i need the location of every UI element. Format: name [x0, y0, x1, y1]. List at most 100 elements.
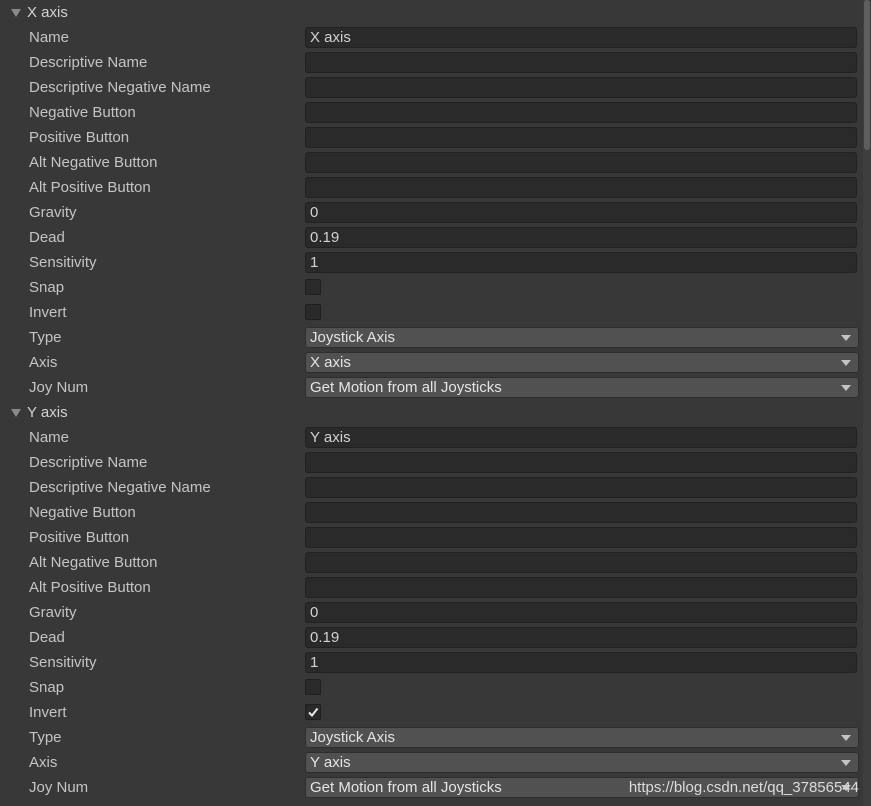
property-row-alt-positive-button: Alt Positive Button	[0, 575, 871, 600]
property-row-negative-button: Negative Button	[0, 500, 871, 525]
gravity-label: Gravity	[29, 204, 77, 221]
property-row-descriptive-negative-name: Descriptive Negative Name	[0, 475, 871, 500]
property-row-snap: Snap	[0, 275, 871, 300]
axis-selected-value: X axis	[310, 354, 351, 371]
property-row-invert: Invert	[0, 700, 871, 725]
joy-num-label: Joy Num	[29, 779, 89, 796]
property-row-descriptive-negative-name: Descriptive Negative Name	[0, 75, 871, 100]
gravity-field[interactable]	[305, 202, 857, 223]
axis-section-0: X axis Name Descriptive Name Descriptive N…	[0, 0, 871, 400]
gravity-field[interactable]	[305, 602, 857, 623]
snap-checkbox[interactable]	[305, 679, 321, 695]
descriptive-negative-name-field[interactable]	[305, 77, 857, 98]
foldout-arrow-icon[interactable]	[11, 9, 21, 17]
property-row-positive-button: Positive Button	[0, 525, 871, 550]
axis-foldout-header[interactable]: Y axis	[0, 400, 871, 425]
name-field[interactable]	[305, 27, 857, 48]
negative-button-label: Negative Button	[29, 104, 136, 121]
type-selected-value: Joystick Axis	[310, 329, 396, 346]
property-row-descriptive-name: Descriptive Name	[0, 50, 871, 75]
property-row-snap: Snap	[0, 675, 871, 700]
input-manager-inspector: X axis Name Descriptive Name Descriptive N…	[0, 0, 871, 806]
chevron-down-icon	[841, 385, 851, 391]
property-row-alt-positive-button: Alt Positive Button	[0, 175, 871, 200]
type-selected-value: Joystick Axis	[310, 729, 396, 746]
type-dropdown[interactable]: Joystick Axis	[305, 327, 859, 348]
joy-num-selected-value: Get Motion from all Joysticks	[310, 379, 502, 396]
sensitivity-field[interactable]	[305, 252, 857, 273]
property-row-axis: Axis X axis	[0, 350, 871, 375]
type-dropdown[interactable]: Joystick Axis	[305, 727, 859, 748]
positive-button-field[interactable]	[305, 127, 857, 148]
sensitivity-label: Sensitivity	[29, 654, 97, 671]
descriptive-negative-name-label: Descriptive Negative Name	[29, 79, 211, 96]
property-row-descriptive-name: Descriptive Name	[0, 450, 871, 475]
axis-label: Axis	[29, 754, 58, 771]
negative-button-label: Negative Button	[29, 504, 136, 521]
invert-checkbox[interactable]	[305, 704, 321, 720]
descriptive-name-label: Descriptive Name	[29, 54, 148, 71]
property-row-dead: Dead	[0, 625, 871, 650]
dead-field[interactable]	[305, 227, 857, 248]
name-label: Name	[29, 29, 70, 46]
alt-negative-button-field[interactable]	[305, 552, 857, 573]
gravity-label: Gravity	[29, 604, 77, 621]
joy-num-label: Joy Num	[29, 379, 89, 396]
property-row-type: Type Joystick Axis	[0, 325, 871, 350]
snap-label: Snap	[29, 279, 65, 296]
property-row-name: Name	[0, 25, 871, 50]
sensitivity-label: Sensitivity	[29, 254, 97, 271]
alt-negative-button-field[interactable]	[305, 152, 857, 173]
foldout-arrow-icon[interactable]	[11, 409, 21, 417]
descriptive-name-field[interactable]	[305, 452, 857, 473]
vertical-scrollbar[interactable]	[863, 0, 871, 806]
axis-properties: Name Descriptive Name Descriptive Negative…	[0, 425, 871, 800]
property-row-alt-negative-button: Alt Negative Button	[0, 550, 871, 575]
property-row-sensitivity: Sensitivity	[0, 650, 871, 675]
dead-label: Dead	[29, 229, 65, 246]
property-row-sensitivity: Sensitivity	[0, 250, 871, 275]
dead-label: Dead	[29, 629, 65, 646]
type-label: Type	[29, 729, 62, 746]
descriptive-negative-name-label: Descriptive Negative Name	[29, 479, 211, 496]
alt-positive-button-field[interactable]	[305, 577, 857, 598]
property-row-invert: Invert	[0, 300, 871, 325]
scrollbar-thumb[interactable]	[864, 0, 870, 150]
invert-checkbox[interactable]	[305, 304, 321, 320]
checkmark-icon	[308, 707, 319, 718]
alt-positive-button-label: Alt Positive Button	[29, 579, 151, 596]
axis-dropdown[interactable]: Y axis	[305, 752, 859, 773]
invert-label: Invert	[29, 704, 67, 721]
descriptive-negative-name-field[interactable]	[305, 477, 857, 498]
watermark-text: https://blog.csdn.net/qq_37856544	[628, 779, 859, 796]
positive-button-label: Positive Button	[29, 529, 130, 546]
positive-button-label: Positive Button	[29, 129, 130, 146]
property-row-joy-num: Joy Num Get Motion from all Joysticks	[0, 375, 871, 400]
name-field[interactable]	[305, 427, 857, 448]
negative-button-field[interactable]	[305, 102, 857, 123]
alt-positive-button-label: Alt Positive Button	[29, 179, 151, 196]
axis-properties: Name Descriptive Name Descriptive Negative…	[0, 25, 871, 400]
property-row-gravity: Gravity	[0, 600, 871, 625]
positive-button-field[interactable]	[305, 527, 857, 548]
name-label: Name	[29, 429, 70, 446]
sensitivity-field[interactable]	[305, 652, 857, 673]
property-row-negative-button: Negative Button	[0, 100, 871, 125]
axes-list: X axis Name Descriptive Name Descriptive N…	[0, 0, 871, 800]
negative-button-field[interactable]	[305, 502, 857, 523]
chevron-down-icon	[841, 335, 851, 341]
property-row-positive-button: Positive Button	[0, 125, 871, 150]
snap-checkbox[interactable]	[305, 279, 321, 295]
property-row-axis: Axis Y axis	[0, 750, 871, 775]
property-row-gravity: Gravity	[0, 200, 871, 225]
dead-field[interactable]	[305, 627, 857, 648]
descriptive-name-field[interactable]	[305, 52, 857, 73]
property-row-name: Name	[0, 425, 871, 450]
alt-negative-button-label: Alt Negative Button	[29, 554, 158, 571]
alt-positive-button-field[interactable]	[305, 177, 857, 198]
property-row-type: Type Joystick Axis	[0, 725, 871, 750]
joy-num-dropdown[interactable]: Get Motion from all Joysticks	[305, 377, 859, 398]
axis-foldout-header[interactable]: X axis	[0, 0, 871, 25]
axis-dropdown[interactable]: X axis	[305, 352, 859, 373]
axis-label: Axis	[29, 354, 58, 371]
